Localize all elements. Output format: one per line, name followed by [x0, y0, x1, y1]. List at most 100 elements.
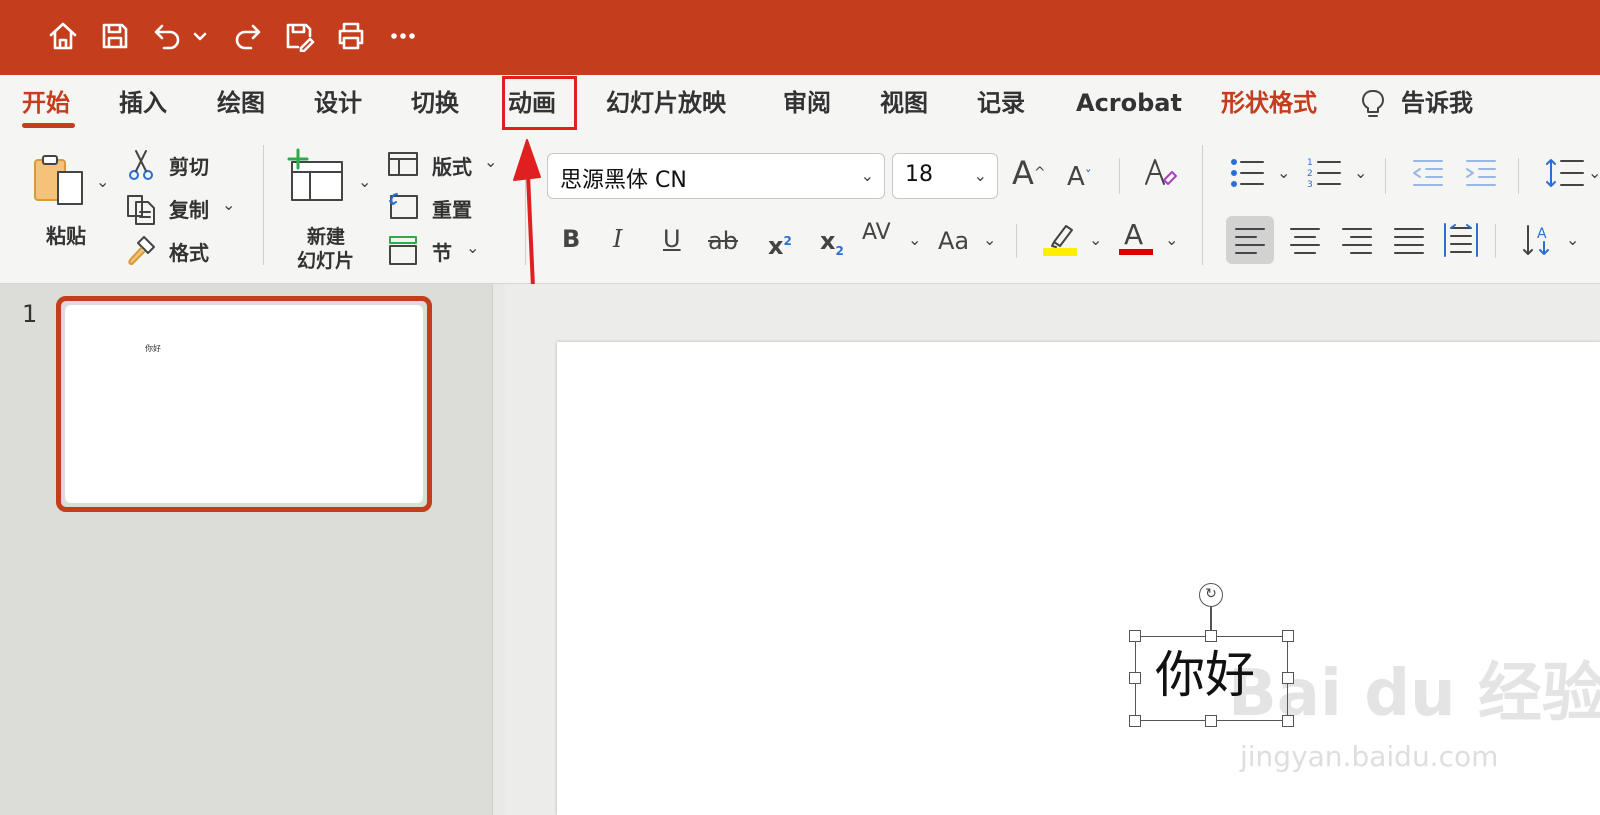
justify-icon[interactable]	[1385, 216, 1433, 268]
underline-button[interactable]: U	[663, 224, 681, 254]
grow-font-button[interactable]: A^	[1012, 157, 1046, 189]
divider	[1119, 158, 1120, 194]
paste-dropdown-icon[interactable]: ⌄	[96, 172, 109, 191]
highlighter-icon[interactable]	[1042, 220, 1078, 260]
tab-shape-format[interactable]: 形状格式	[1221, 85, 1317, 121]
save-as-icon[interactable]	[281, 18, 317, 54]
redo-icon[interactable]	[229, 18, 265, 54]
rotate-handle-icon[interactable]: ↻	[1199, 583, 1223, 607]
font-color-button[interactable]: A	[1124, 220, 1143, 250]
pane-divider[interactable]	[492, 284, 505, 815]
character-spacing-glyph: AV	[862, 220, 891, 245]
numbering-icon[interactable]: 123	[1306, 156, 1342, 194]
print-icon[interactable]	[333, 18, 369, 54]
clear-formatting-icon[interactable]	[1142, 156, 1178, 196]
undo-icon[interactable]	[150, 18, 186, 54]
tab-review[interactable]: 审阅	[783, 85, 831, 121]
section-icon[interactable]	[387, 234, 419, 270]
layout-icon[interactable]	[387, 150, 419, 182]
tab-acrobat[interactable]: Acrobat	[1076, 85, 1182, 121]
superscript-glyph: x	[768, 232, 784, 260]
bold-button[interactable]: B	[562, 224, 580, 254]
line-spacing-icon[interactable]	[1545, 156, 1585, 194]
resize-handle-top[interactable]	[1205, 630, 1217, 642]
section-dropdown-icon[interactable]: ⌄	[466, 238, 479, 257]
textbox-text[interactable]: 你好	[1155, 645, 1255, 705]
home-icon[interactable]	[45, 18, 81, 54]
character-spacing-button[interactable]: AV	[862, 218, 891, 248]
slide-thumbnail-canvas: 你好	[65, 305, 423, 503]
font-size-select[interactable]: 18 ⌄	[892, 153, 998, 199]
change-case-dropdown-icon[interactable]: ⌄	[983, 230, 996, 249]
reset-label[interactable]: 重置	[432, 194, 472, 223]
text-direction-icon[interactable]: A	[1520, 220, 1560, 264]
align-center-icon[interactable]	[1281, 216, 1329, 268]
line-spacing-dropdown-icon[interactable]: ⌄	[1588, 163, 1600, 182]
resize-handle-bottom-left[interactable]	[1129, 715, 1141, 727]
character-spacing-dropdown-icon[interactable]: ⌄	[908, 230, 921, 249]
caret-up-icon: ^	[1033, 165, 1046, 181]
align-left-button[interactable]	[1226, 216, 1274, 264]
divider	[1385, 158, 1386, 194]
cut-label[interactable]: 剪切	[169, 151, 209, 180]
lightbulb-icon	[1360, 88, 1386, 124]
chevron-down-icon: ⌄	[860, 166, 874, 185]
tab-design[interactable]: 设计	[314, 85, 362, 121]
increase-indent-icon[interactable]	[1463, 158, 1497, 192]
section-label[interactable]: 节	[432, 237, 452, 266]
format-painter-label[interactable]: 格式	[169, 237, 209, 266]
resize-handle-bottom-right[interactable]	[1282, 715, 1294, 727]
paste-icon[interactable]	[30, 152, 86, 216]
font-name-select[interactable]: 思源黑体 CN ⌄	[547, 153, 885, 199]
divider	[1518, 158, 1519, 194]
tab-draw[interactable]: 绘图	[217, 85, 265, 121]
numbering-dropdown-icon[interactable]: ⌄	[1354, 163, 1367, 182]
tab-slideshow[interactable]: 幻灯片放映	[606, 85, 726, 121]
resize-handle-top-right[interactable]	[1282, 630, 1294, 642]
resize-handle-bottom[interactable]	[1205, 715, 1217, 727]
bullets-dropdown-icon[interactable]: ⌄	[1277, 163, 1290, 182]
tab-transitions[interactable]: 切换	[411, 85, 459, 121]
bullets-icon[interactable]	[1229, 156, 1265, 194]
undo-dropdown-icon[interactable]	[190, 18, 210, 54]
shrink-font-button[interactable]: Aˇ	[1067, 162, 1092, 192]
tab-record[interactable]: 记录	[977, 85, 1025, 121]
copy-label[interactable]: 复制	[169, 194, 209, 223]
new-slide-dropdown-icon[interactable]: ⌄	[358, 172, 371, 191]
italic-button[interactable]: I	[613, 224, 622, 254]
copy-dropdown-icon[interactable]: ⌄	[222, 195, 235, 214]
superscript-button[interactable]: x2	[768, 226, 792, 261]
more-icon[interactable]	[385, 18, 421, 54]
font-color-dropdown-icon[interactable]: ⌄	[1165, 230, 1178, 249]
divider	[1495, 224, 1496, 258]
paste-label[interactable]: 粘贴	[46, 220, 86, 249]
subscript-button[interactable]: x2	[820, 226, 844, 266]
resize-handle-top-left[interactable]	[1129, 630, 1141, 642]
new-slide-label-line2[interactable]: 幻灯片	[297, 246, 354, 273]
slide-thumbnail[interactable]: 你好	[56, 296, 432, 512]
copy-icon[interactable]	[124, 192, 158, 230]
format-painter-icon[interactable]	[124, 234, 158, 272]
strikethrough-button[interactable]: ab	[708, 226, 738, 256]
text-direction-dropdown-icon[interactable]: ⌄	[1566, 230, 1579, 249]
layout-label[interactable]: 版式	[432, 151, 472, 180]
align-right-icon[interactable]	[1333, 216, 1381, 268]
highlight-dropdown-icon[interactable]: ⌄	[1089, 230, 1102, 249]
new-slide-icon[interactable]	[286, 148, 348, 210]
resize-handle-right[interactable]	[1282, 672, 1294, 684]
distributed-icon[interactable]	[1437, 216, 1485, 268]
change-case-button[interactable]: Aa	[938, 226, 969, 256]
slide-number: 1	[22, 300, 38, 328]
save-icon[interactable]	[97, 18, 133, 54]
resize-handle-left[interactable]	[1129, 672, 1141, 684]
callout-box	[502, 76, 577, 130]
reset-icon[interactable]	[387, 192, 419, 226]
tab-view[interactable]: 视图	[880, 85, 928, 121]
layout-dropdown-icon[interactable]: ⌄	[484, 152, 497, 171]
decrease-indent-icon[interactable]	[1410, 158, 1444, 192]
new-slide-label-line1[interactable]: 新建	[307, 222, 345, 249]
tab-insert[interactable]: 插入	[119, 85, 167, 121]
tab-home[interactable]: 开始	[22, 85, 70, 121]
scissors-icon[interactable]	[126, 148, 156, 186]
tab-tell-me[interactable]: 告诉我	[1401, 85, 1473, 121]
